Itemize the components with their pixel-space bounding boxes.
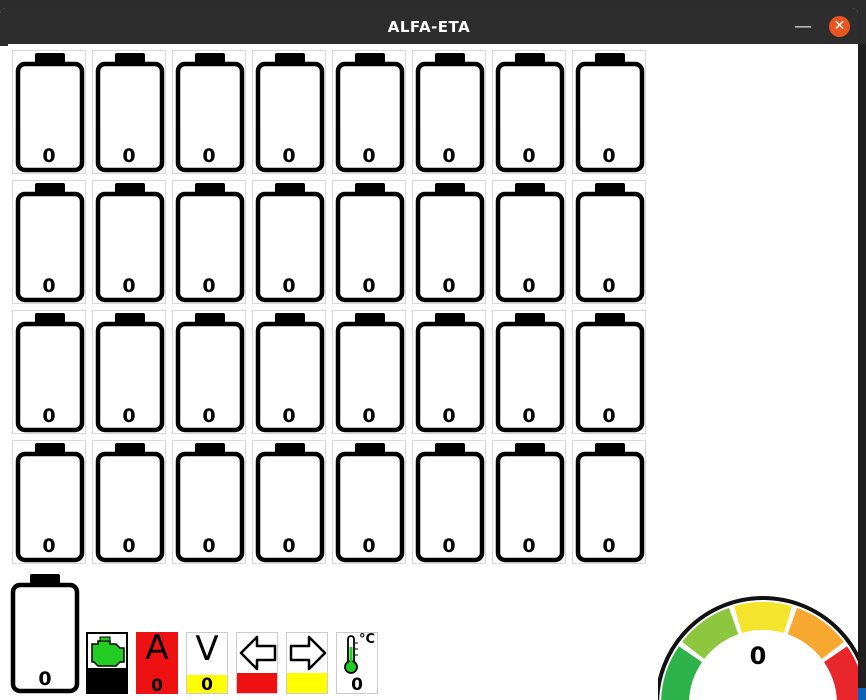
battery-cell: 0 [332,50,406,174]
title-bar: ALFA-ETA — ✕ [0,8,858,46]
close-button[interactable]: ✕ [829,16,850,37]
battery-cell: 0 [572,310,646,434]
cell-voltage-value: 0 [442,405,456,427]
battery-cell: 0 [252,180,326,304]
right-indicator-tile [286,632,328,694]
cell-voltage-value: 0 [362,275,376,297]
battery-cell: 0 [412,440,486,564]
voltage-value: 0 [187,675,227,693]
gauge-value: 0 [749,642,767,670]
voltage-letter: V [195,632,219,669]
cell-voltage-value: 0 [202,405,216,427]
cell-voltage-value: 0 [122,535,136,557]
background-editor-right [858,44,866,700]
battery-cell: 0 [492,50,566,174]
battery-cell: 0 [572,440,646,564]
battery-cell: 0 [412,180,486,304]
battery-cell: 0 [252,440,326,564]
battery-cell: 0 [412,310,486,434]
arrow-right-icon [289,635,327,671]
cell-voltage-value: 0 [122,145,136,167]
battery-cell: 0 [12,180,86,304]
battery-cell: 0 [252,310,326,434]
cell-voltage-value: 0 [442,535,456,557]
battery-cell: 0 [8,572,82,696]
app-window: ALFA-ETA — ✕ 0 0 0 0 0 0 0 0 0 0 0 0 0 0… [0,8,858,700]
battery-cell: 0 [12,440,86,564]
battery-cell: 0 [492,440,566,564]
cell-voltage-value: 0 [522,145,536,167]
gauge-segment [787,607,844,659]
battery-cell: 0 [572,180,646,304]
battery-cell: 0 [92,50,166,174]
dashboard: 0 0 0 0 0 0 0 0 0 0 0 0 0 0 0 0 0 0 0 0 … [8,44,858,700]
battery-cell: 0 [12,310,86,434]
voltage-status-tile: V 0 [186,632,228,694]
cell-voltage-value: 0 [202,275,216,297]
battery-cell: 0 [172,180,246,304]
temperature-unit: °C [359,632,376,647]
cell-voltage-value: 0 [42,145,56,167]
battery-cell: 0 [572,50,646,174]
battery-cell: 0 [172,440,246,564]
cell-voltage-value: 0 [602,405,616,427]
battery-cell: 0 [172,310,246,434]
battery-cell: 0 [252,50,326,174]
cell-voltage-value: 0 [602,145,616,167]
cell-voltage-value: 0 [442,275,456,297]
cell-voltage-value: 0 [282,275,296,297]
battery-cell: 0 [332,440,406,564]
cell-voltage-value: 0 [602,275,616,297]
battery-cell: 0 [92,440,166,564]
cell-voltage-value: 0 [362,145,376,167]
cell-voltage-value: 0 [122,405,136,427]
cell-voltage-value: 0 [522,275,536,297]
current-value: 0 [151,676,163,694]
cell-voltage-value: 0 [442,145,456,167]
cell-voltage-value: 0 [362,405,376,427]
battery-cell: 0 [92,310,166,434]
cell-voltage-value: 0 [42,535,56,557]
battery-cell: 0 [332,180,406,304]
battery-cell: 0 [12,50,86,174]
minimize-button[interactable]: — [792,16,814,38]
temperature-value: 0 [351,675,363,694]
temperature-tile: °C 0 [336,632,378,694]
cell-voltage-value: 0 [38,668,52,690]
window-title: ALFA-ETA [387,18,471,36]
cell-voltage-value: 0 [362,535,376,557]
current-letter: A [145,632,169,668]
left-indicator-tile [236,632,278,694]
cell-voltage-value: 0 [522,405,536,427]
engine-icon [91,636,125,667]
arrow-left-icon [239,635,277,671]
current-status-tile: A 0 [136,632,178,694]
cell-voltage-value: 0 [202,535,216,557]
battery-cell: 0 [492,310,566,434]
cell-voltage-value: 0 [282,535,296,557]
battery-cell: 0 [332,310,406,434]
cell-voltage-value: 0 [122,275,136,297]
cell-voltage-value: 0 [282,145,296,167]
cell-voltage-value: 0 [522,535,536,557]
cell-voltage-value: 0 [202,145,216,167]
battery-cell: 0 [412,50,486,174]
battery-cell: 0 [92,180,166,304]
gauge-segment [823,646,858,700]
cell-voltage-value: 0 [282,405,296,427]
engine-status-tile [86,632,128,694]
cell-voltage-value: 0 [42,275,56,297]
cell-voltage-value: 0 [602,535,616,557]
battery-cell: 0 [492,180,566,304]
battery-cell: 0 [172,50,246,174]
gauge-segment [734,602,792,634]
cell-voltage-value: 0 [42,405,56,427]
